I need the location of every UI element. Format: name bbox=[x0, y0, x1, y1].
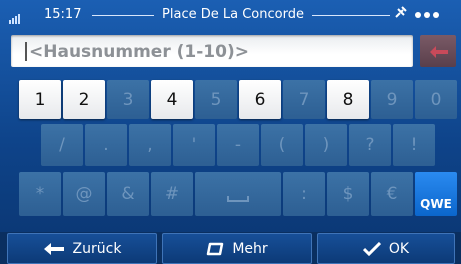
text-cursor bbox=[25, 42, 27, 61]
key-label: ! bbox=[410, 135, 418, 155]
ok-button-label: OK bbox=[388, 240, 410, 257]
key-question: ? bbox=[349, 124, 391, 166]
title-divider-right bbox=[312, 15, 390, 16]
key-label: 4 bbox=[166, 89, 178, 110]
key-9: 9 bbox=[371, 80, 413, 119]
screen-title: Place De La Concorde bbox=[162, 7, 304, 22]
key-colon: : bbox=[283, 172, 325, 216]
key-8[interactable]: 8 bbox=[327, 80, 369, 119]
key-label: : bbox=[301, 184, 307, 204]
title-divider-left bbox=[92, 15, 154, 16]
more-button-label: Mehr bbox=[232, 240, 268, 257]
key-1[interactable]: 1 bbox=[19, 80, 61, 119]
page-indicator-dots bbox=[412, 7, 439, 22]
key-4[interactable]: 4 bbox=[151, 80, 193, 119]
layout-switch-button[interactable]: QWE bbox=[415, 172, 457, 216]
key-label: 1 bbox=[34, 89, 46, 110]
backspace-button[interactable] bbox=[420, 35, 456, 67]
key-ampersand: & bbox=[107, 172, 149, 216]
key-label: ) bbox=[322, 135, 330, 155]
input-placeholder: <Hausnummer (1-10)> bbox=[29, 42, 249, 62]
key-space bbox=[195, 172, 281, 216]
layout-switch-label: QWE bbox=[420, 197, 452, 211]
key-label: * bbox=[35, 184, 45, 204]
checkmark-icon bbox=[362, 241, 381, 256]
key-hyphen: - bbox=[217, 124, 259, 166]
key-6[interactable]: 6 bbox=[239, 80, 281, 119]
key-label: $ bbox=[342, 184, 354, 204]
key-label: 2 bbox=[78, 89, 90, 110]
key-label: € bbox=[386, 184, 398, 204]
key-exclamation: ! bbox=[393, 124, 435, 166]
key-apostrophe: ' bbox=[173, 124, 215, 166]
key-label: 3 bbox=[122, 89, 134, 110]
more-button[interactable]: Mehr bbox=[162, 233, 312, 264]
key-5: 5 bbox=[195, 80, 237, 119]
house-number-input[interactable]: <Hausnummer (1-10)> bbox=[11, 35, 413, 67]
key-label: , bbox=[147, 135, 153, 155]
key-label: @ bbox=[75, 184, 93, 204]
key-0: 0 bbox=[415, 80, 457, 119]
key-asterisk: * bbox=[19, 172, 61, 216]
key-7: 7 bbox=[283, 80, 325, 119]
back-button[interactable]: Zurück bbox=[7, 233, 157, 264]
satellite-icon[interactable] bbox=[394, 5, 408, 23]
key-label: ( bbox=[278, 135, 286, 155]
back-arrow-icon bbox=[43, 242, 64, 255]
key-label: 8 bbox=[342, 89, 354, 110]
key-close-paren: ) bbox=[305, 124, 347, 166]
more-icon bbox=[207, 242, 224, 255]
signal-icon bbox=[9, 9, 21, 24]
key-dollar: $ bbox=[327, 172, 369, 216]
address-keyboard-screen: 15:17 Place De La Concorde <Hausnummer (… bbox=[0, 0, 461, 264]
key-period: . bbox=[85, 124, 127, 166]
back-button-label: Zurück bbox=[72, 240, 122, 257]
key-label: 5 bbox=[210, 89, 222, 110]
key-label: 7 bbox=[298, 89, 310, 110]
key-open-paren: ( bbox=[261, 124, 303, 166]
key-at: @ bbox=[63, 172, 105, 216]
key-slash: / bbox=[41, 124, 83, 166]
ok-button[interactable]: OK bbox=[317, 233, 455, 264]
key-label: & bbox=[121, 184, 135, 204]
backspace-arrow-icon bbox=[429, 44, 449, 63]
key-label: # bbox=[164, 184, 180, 204]
key-label: 6 bbox=[254, 89, 266, 110]
key-label: / bbox=[59, 135, 65, 155]
status-bar: 15:17 Place De La Concorde bbox=[0, 0, 461, 30]
key-label: 0 bbox=[430, 89, 442, 110]
key-3: 3 bbox=[107, 80, 149, 119]
key-euro: € bbox=[371, 172, 413, 216]
key-2[interactable]: 2 bbox=[63, 80, 105, 119]
clock-time: 15:17 bbox=[44, 7, 82, 22]
key-label: - bbox=[234, 135, 242, 155]
key-label: . bbox=[103, 135, 109, 155]
space-bar-icon bbox=[227, 196, 249, 202]
key-label: ' bbox=[191, 135, 197, 155]
key-label: ? bbox=[365, 135, 375, 155]
key-comma: , bbox=[129, 124, 171, 166]
key-label: 9 bbox=[386, 89, 398, 110]
key-hash: # bbox=[151, 172, 193, 216]
